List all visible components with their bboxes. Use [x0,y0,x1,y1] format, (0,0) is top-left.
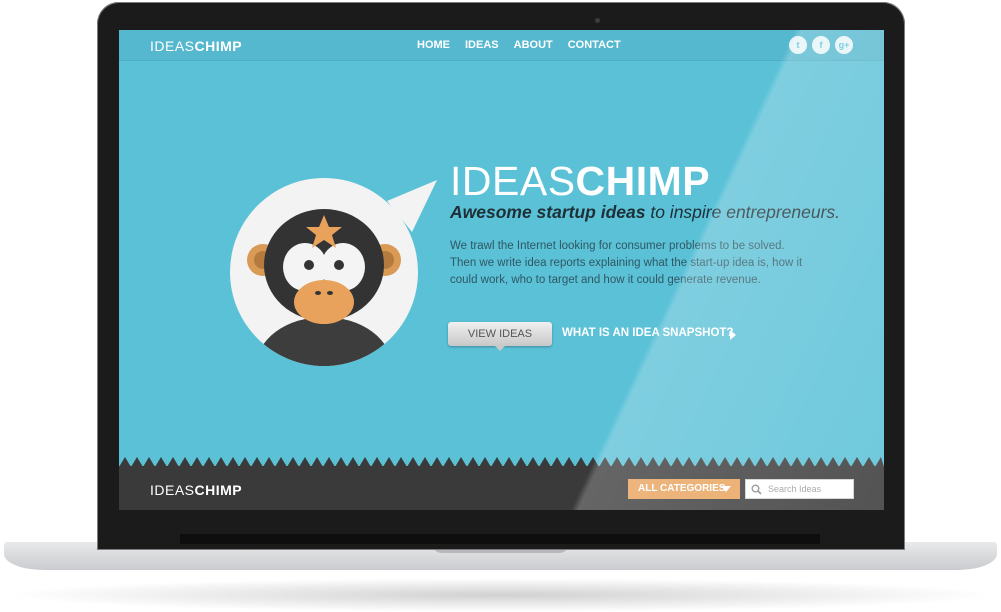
hero-title-light: IDEAS [450,158,576,204]
nav-links: HOME IDEAS ABOUT CONTACT [417,39,621,51]
view-ideas-button[interactable]: VIEW IDEAS [448,322,552,346]
chimp-right-eye [334,260,344,270]
logo-bold-text: CHIMP [194,38,243,54]
top-nav: IDEASCHIMP HOME IDEAS ABOUT CONTACT t f … [119,30,884,61]
hero-tagline: Awesome startup ideas to inspire entrepr… [450,202,840,223]
website-screen: IDEASCHIMP HOME IDEAS ABOUT CONTACT t f … [119,30,884,510]
search-ideas-input[interactable]: Search Ideas [745,479,854,499]
all-categories-dropdown[interactable]: ALL CATEGORIES [628,479,740,499]
laptop-hinge [180,534,820,544]
description-line: We trawl the Internet looking for consum… [450,240,785,252]
twitter-icon[interactable]: t [789,36,807,54]
laptop-shadow [0,578,1001,612]
play-arrow-icon [730,330,736,340]
footer-logo-bold: CHIMP [194,482,243,498]
hero-description: We trawl the Internet looking for consum… [450,238,850,289]
nav-logo[interactable]: IDEASCHIMP [150,38,242,54]
tagline-bold: Awesome startup ideas [450,202,646,222]
logo-light-text: IDEAS [150,38,195,54]
search-placeholder: Search Ideas [768,484,822,494]
nav-ideas[interactable]: IDEAS [465,39,499,51]
description-line: could work, who to target and how it cou… [450,274,761,286]
tagline-rest: to inspire entrepreneurs. [645,202,841,222]
view-ideas-button-pointer [495,346,505,351]
idea-snapshot-link[interactable]: WHAT IS AN IDEA SNAPSHOT? [562,327,733,339]
google-plus-icon[interactable]: g+ [835,36,853,54]
footer-logo[interactable]: IDEASCHIMP [150,482,242,498]
camera-dot [595,18,600,23]
search-icon [751,484,762,495]
caret-down-icon [721,486,731,492]
footer-logo-light: IDEAS [150,482,195,498]
chimp-mascot-illustration [230,178,437,366]
nav-about[interactable]: ABOUT [514,39,553,51]
footer-bar: IDEASCHIMP ALL CATEGORIES Search Ideas [119,466,884,510]
description-line: Then we write idea reports explaining wh… [450,257,803,269]
hero-title-bold: CHIMP [575,158,711,204]
hero-title: IDEASCHIMP [450,158,710,205]
chimp-left-eye [304,260,314,270]
nav-home[interactable]: HOME [417,39,450,51]
facebook-icon[interactable]: f [812,36,830,54]
nav-contact[interactable]: CONTACT [568,39,621,51]
zigzag-divider [119,457,884,467]
chimp-muzzle [294,280,354,324]
all-categories-label: ALL CATEGORIES [638,483,726,494]
